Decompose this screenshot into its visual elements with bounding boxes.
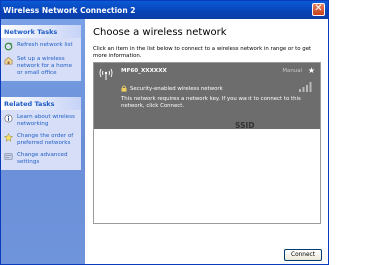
- star-icon: [4, 133, 13, 142]
- change-preferred-order-label: Change the order of preferred networks: [17, 133, 74, 146]
- window-title: Wireless Network Connection 2: [3, 5, 136, 15]
- close-button[interactable]: ✕: [312, 3, 325, 16]
- wireless-connection-window: Wireless Network Connection 2 ✕ Network …: [0, 0, 329, 265]
- annotation-line: [247, 83, 248, 119]
- network-key-message: This network requires a network key. If …: [121, 96, 301, 109]
- wireless-antenna-icon: [99, 68, 113, 80]
- learn-wireless-link[interactable]: Learn about wireless networking: [4, 114, 78, 128]
- title-bar[interactable]: Wireless Network Connection 2 ✕: [1, 1, 328, 19]
- network-list-item[interactable]: MF60_XXXXXX Manual ★ Security-enabled wi…: [94, 63, 320, 129]
- related-tasks-heading: Related Tasks: [1, 97, 81, 110]
- network-security-row: Security-enabled wireless network: [121, 85, 223, 92]
- settings-icon: [4, 153, 13, 160]
- setup-wireless-network-label: Set up a wireless network for a home or …: [17, 56, 73, 76]
- network-tasks-body: Refresh network list Set up a wireless n…: [1, 38, 81, 81]
- page-title: Choose a wireless network: [93, 27, 227, 38]
- change-advanced-settings-link[interactable]: Change advanced settings: [4, 152, 78, 166]
- preferred-star-icon: ★: [307, 66, 315, 75]
- refresh-network-list-link[interactable]: Refresh network list: [4, 42, 78, 51]
- related-tasks-panel: Related Tasks Learn about wireless netwo…: [1, 97, 81, 170]
- refresh-network-list-label: Refresh network list: [17, 42, 73, 48]
- learn-wireless-label: Learn about wireless networking: [17, 114, 75, 127]
- main-content: Choose a wireless network Click an item …: [85, 19, 328, 264]
- change-advanced-settings-label: Change advanced settings: [17, 152, 68, 165]
- signal-strength-icon: [299, 82, 312, 92]
- lock-icon: [121, 85, 127, 92]
- network-security-text: Security-enabled wireless network: [130, 85, 223, 92]
- page-description: Click an item in the list below to conne…: [93, 46, 312, 59]
- network-tasks-heading: Network Tasks: [1, 25, 81, 38]
- refresh-icon: [4, 42, 13, 51]
- setup-wireless-network-link[interactable]: Set up a wireless network for a home or …: [4, 56, 78, 77]
- info-icon: [4, 114, 13, 123]
- ssid-annotation: SSID: [235, 121, 255, 130]
- change-preferred-order-link[interactable]: Change the order of preferred networks: [4, 133, 78, 147]
- setup-wireless-icon: [4, 56, 13, 65]
- task-pane: Network Tasks Refresh network list Set u…: [1, 19, 85, 264]
- network-ssid: MF60_XXXXXX: [121, 68, 167, 74]
- network-connection-mode: Manual: [282, 68, 302, 74]
- network-tasks-panel: Network Tasks Refresh network list Set u…: [1, 25, 81, 81]
- network-list[interactable]: MF60_XXXXXX Manual ★ Security-enabled wi…: [93, 62, 321, 224]
- related-tasks-body: Learn about wireless networking Change t…: [1, 110, 81, 170]
- connect-button[interactable]: Connect: [284, 249, 322, 261]
